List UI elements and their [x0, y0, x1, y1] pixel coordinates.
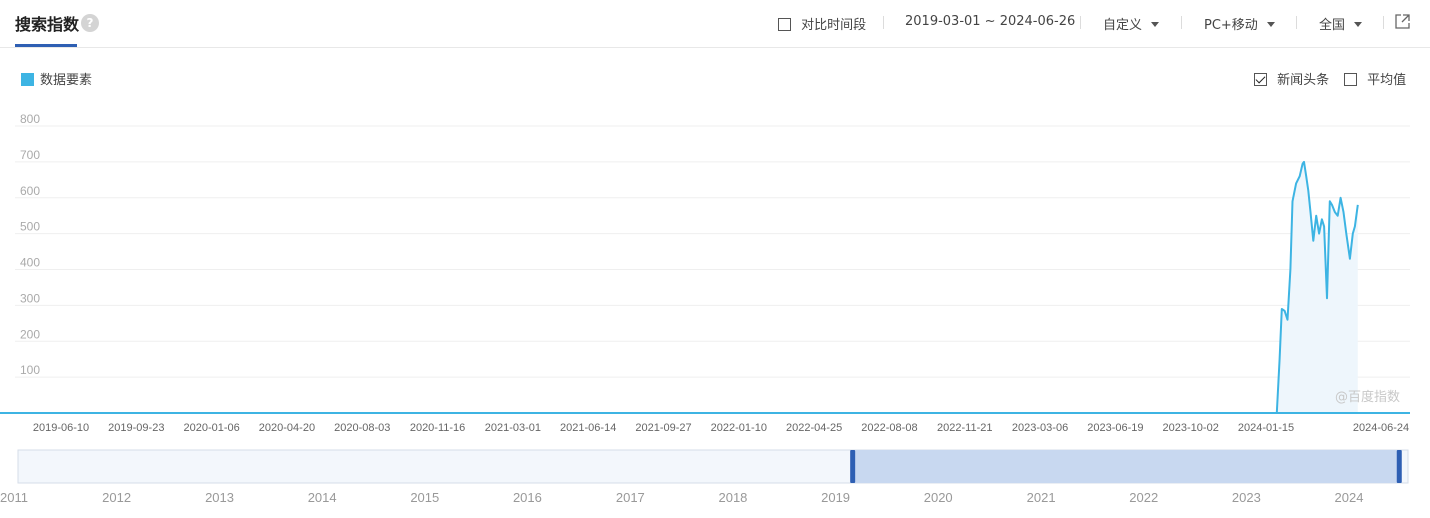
watermark: @百度指数 [1335, 389, 1400, 405]
news-label: 新闻头条 [1277, 73, 1330, 88]
chevron-down-icon [1151, 22, 1160, 27]
legend-series-label: 数据要素 [40, 73, 93, 88]
header-bar: 搜索指数 ? 对比时间段 2019-03-01 ~ 2024-06-26 自定义… [0, 0, 1430, 48]
navigator-year-label: 2021 [1027, 490, 1056, 505]
external-link-icon[interactable] [1394, 13, 1411, 30]
navigator-year-label: 2024 [1335, 490, 1364, 505]
time-navigator[interactable]: 2011 2012 2013 2014 2015 2016 2017 2018 2019 2020… [0, 445, 1430, 518]
navigator-year-label: 2017 [616, 490, 645, 505]
navigator-year-label: 2013 [205, 490, 234, 505]
separator [1080, 16, 1081, 29]
chevron-down-icon [1266, 22, 1275, 27]
average-toggle[interactable]: 平均值 [1344, 69, 1406, 88]
custom-range-dropdown[interactable]: 自定义 [1103, 14, 1160, 33]
separator [1181, 16, 1182, 29]
series-area [0, 161, 1358, 413]
x-tick-label: 2022-08-08 [861, 422, 917, 434]
x-tick-label: 2022-04-25 [786, 422, 842, 434]
navigator-year-label: 2020 [924, 490, 953, 505]
news-headline-toggle[interactable]: 新闻头条 [1254, 69, 1329, 88]
device-dropdown[interactable]: PC+移动 [1204, 14, 1275, 33]
navigator-year-label: 2015 [410, 490, 439, 505]
x-tick-label: 2021-03-01 [485, 422, 541, 434]
x-tick-label: 2022-11-21 [937, 422, 992, 434]
chevron-down-icon [1354, 22, 1363, 27]
y-tick-label: 500 [20, 220, 40, 234]
x-tick-label: 2020-01-06 [183, 422, 239, 434]
navigator-year-label: 2022 [1129, 490, 1158, 505]
x-tick-label: 2024-06-24 [1353, 422, 1409, 434]
legend-swatch [21, 73, 34, 86]
separator [1383, 16, 1384, 29]
x-tick-label: 2020-08-03 [334, 422, 390, 434]
y-tick-label: 300 [20, 291, 40, 305]
x-tick-label: 2019-09-23 [108, 422, 164, 434]
y-tick-label: 100 [20, 363, 40, 377]
average-label: 平均值 [1367, 73, 1407, 88]
y-tick-label: 400 [20, 256, 40, 270]
compare-label: 对比时间段 [801, 18, 867, 33]
navigator-year-label: 2011 [0, 490, 28, 505]
y-tick-label: 200 [20, 327, 40, 341]
navigator-year-label: 2014 [308, 490, 337, 505]
series-line [0, 160, 1359, 414]
region-dropdown[interactable]: 全国 [1319, 14, 1363, 33]
device-label: PC+移动 [1204, 18, 1258, 33]
x-tick-label: 2021-06-14 [560, 422, 616, 434]
chart-legend[interactable]: 数据要素 [21, 69, 92, 88]
x-tick-label: 2020-11-16 [410, 422, 465, 434]
y-tick-label: 800 [20, 112, 40, 126]
x-tick-label: 2023-06-19 [1087, 422, 1143, 434]
navigator-handle-left [850, 450, 856, 483]
x-tick-label: 2019-06-10 [33, 422, 89, 434]
trend-chart: 100 200 300 400 500 600 700 800 2019-06-10 2019-0… [0, 112, 1410, 434]
date-range-picker[interactable]: 2019-03-01 ~ 2024-06-26 [905, 14, 1075, 29]
custom-range-label: 自定义 [1103, 18, 1143, 33]
compare-period-toggle[interactable]: 对比时间段 [778, 14, 866, 33]
x-tick-label: 2021-09-27 [635, 422, 691, 434]
x-tick-label: 2024-01-15 [1238, 422, 1294, 434]
x-tick-label: 2020-04-20 [259, 422, 315, 434]
y-tick-label: 700 [20, 148, 40, 162]
help-icon[interactable]: ? [81, 14, 99, 32]
navigator-year-label: 2018 [718, 490, 747, 505]
navigator-year-label: 2019 [821, 490, 850, 505]
page-title: 搜索指数 [15, 15, 80, 34]
compare-checkbox[interactable] [778, 18, 791, 31]
navigator-year-label: 2023 [1232, 490, 1261, 505]
separator [1296, 16, 1297, 29]
x-tick-label: 2023-03-06 [1012, 422, 1068, 434]
navigator-handle-right [1396, 450, 1402, 483]
y-tick-label: 600 [20, 184, 40, 198]
average-checkbox[interactable] [1344, 73, 1357, 86]
navigator-selected-range [852, 450, 1399, 483]
region-label: 全国 [1319, 18, 1346, 33]
active-tab-indicator [15, 44, 77, 47]
separator [883, 16, 884, 29]
navigator-year-label: 2012 [102, 490, 131, 505]
news-checkbox[interactable] [1254, 73, 1267, 86]
navigator-year-label: 2016 [513, 490, 542, 505]
x-tick-label: 2023-10-02 [1163, 422, 1219, 434]
x-tick-label: 2022-01-10 [711, 422, 767, 434]
